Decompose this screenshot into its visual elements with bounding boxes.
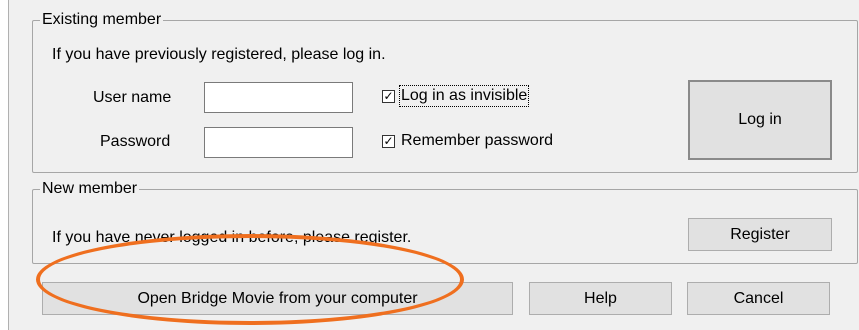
invisible-label: Log in as invisible <box>398 85 530 107</box>
password-label: Password <box>100 133 171 150</box>
login-button[interactable]: Log in <box>688 80 832 160</box>
invisible-check-mark-icon: ✓ <box>383 89 394 103</box>
new-member-legend: New member <box>40 179 140 199</box>
remember-check-mark-icon: ✓ <box>383 134 394 148</box>
existing-member-group: Existing member If you have previously r… <box>32 10 858 173</box>
cancel-button[interactable]: Cancel <box>687 282 830 315</box>
remember-label: Remember password <box>401 132 554 149</box>
help-button[interactable]: Help <box>529 282 672 315</box>
login-dialog: Existing member If you have previously r… <box>8 0 859 330</box>
username-label: User name <box>93 89 172 106</box>
invisible-checkbox-row[interactable]: ✓ Log in as invisible <box>382 85 530 107</box>
register-button[interactable]: Register <box>688 218 832 251</box>
existing-member-intro: If you have previously registered, pleas… <box>52 46 386 63</box>
existing-member-legend: Existing member <box>40 10 164 30</box>
new-member-group: New member If you have never logged in b… <box>32 179 858 264</box>
remember-checkbox-row[interactable]: ✓ Remember password <box>382 132 553 150</box>
remember-checkbox[interactable]: ✓ <box>382 134 395 148</box>
username-field[interactable] <box>204 82 353 113</box>
new-member-intro: If you have never logged in before, plea… <box>52 229 412 246</box>
password-field[interactable] <box>204 127 353 158</box>
invisible-checkbox[interactable]: ✓ <box>382 89 395 103</box>
open-movie-button[interactable]: Open Bridge Movie from your computer <box>42 282 513 315</box>
